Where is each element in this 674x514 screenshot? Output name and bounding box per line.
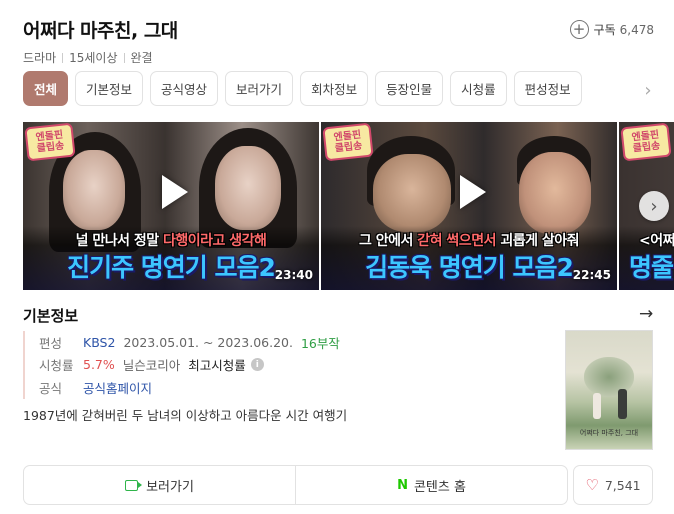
- caption-text: 괴롭게 살아줘: [495, 233, 579, 249]
- broadcast-period: 2023.05.01. ~ 2023.06.20.: [123, 334, 293, 350]
- caption-text: 널 만나서 정말: [75, 233, 163, 249]
- tab-official-videos[interactable]: 공식영상: [150, 71, 219, 106]
- channel-link[interactable]: KBS2: [83, 335, 115, 350]
- tab-schedule[interactable]: 편성정보: [513, 71, 582, 106]
- tab-episode-info[interactable]: 회차정보: [300, 71, 369, 106]
- badge-text: 클립송: [36, 140, 65, 155]
- caption-highlight: 다행이라고 생각해: [162, 233, 267, 249]
- content-home-label: 콘텐츠 홈: [413, 479, 466, 495]
- rating-value: 5.7%: [83, 357, 115, 373]
- video-carousel: 엔돌핀 클립송 널 만나서 정말 다행이라고 생각해 진기주 명연기 모음2 2…: [23, 122, 674, 290]
- plus-circle-icon: +: [569, 20, 589, 39]
- video-icon: [125, 479, 143, 491]
- rating-source: 닐슨코리아: [122, 358, 181, 374]
- action-bar: 보러가기 N 콘텐츠 홈: [23, 465, 568, 505]
- like-button[interactable]: ♡ 7,541: [573, 465, 653, 505]
- caption-text: <어쩌: [639, 233, 674, 249]
- caption-text: 그 안에서: [359, 233, 418, 249]
- video-caption: <어쩌: [619, 230, 674, 250]
- official-homepage-link[interactable]: 공식홈페이지: [83, 378, 152, 397]
- arrow-right-icon[interactable]: →: [639, 304, 653, 324]
- tab-bar: 전체 기본정보 공식영상 보러가기 회차정보 등장인물 시청률 편성정보: [23, 71, 633, 107]
- subscribe-count: 6,478: [619, 22, 654, 37]
- watch-label: 보러가기: [146, 479, 194, 495]
- title-meta: 드라마 15세이상 완결: [23, 49, 654, 66]
- info-label: 공식: [39, 380, 63, 396]
- peak-rating-link[interactable]: 최고시청률: [188, 355, 246, 374]
- thumbnail-figure: [63, 150, 125, 230]
- poster-title: 어쩌다 마주친, 그대: [579, 429, 639, 437]
- header: 어쩌다 마주친, 그대 드라마 15세이상 완결 + 구독 6,478: [23, 16, 654, 65]
- info-label: 편성: [39, 335, 63, 351]
- thumbnail-figure: [373, 154, 451, 232]
- video-card[interactable]: 엔돌핀 클립송 널 만나서 정말 다행이라고 생각해 진기주 명연기 모음2 2…: [23, 122, 319, 290]
- tab-watch[interactable]: 보러가기: [225, 71, 294, 106]
- poster-graphic: [618, 389, 627, 419]
- meta-divider: [123, 52, 125, 63]
- caption-highlight: 갇혀 썩으면서: [417, 233, 496, 249]
- genre-label: 드라마: [23, 51, 57, 65]
- tab-basic-info[interactable]: 기본정보: [75, 71, 144, 106]
- episode-count: 16부작: [300, 335, 340, 351]
- video-card[interactable]: 엔돌핀 클립송 그 안에서 갇혀 썩으면서 괴롭게 살아줘 김동욱 명연기 모음…: [321, 122, 617, 290]
- video-headline: 명줄: [629, 253, 674, 282]
- channel-badge: 엔돌핀 클립송: [322, 122, 374, 162]
- chevron-right-icon[interactable]: ›: [638, 80, 658, 101]
- play-icon[interactable]: [460, 175, 486, 209]
- naver-icon: N: [397, 477, 408, 493]
- age-rating-label: 15세이상: [69, 51, 118, 65]
- tab-characters[interactable]: 등장인물: [375, 71, 444, 106]
- watch-button[interactable]: 보러가기: [24, 466, 295, 504]
- content-home-button[interactable]: N 콘텐츠 홈: [295, 466, 567, 504]
- synopsis: 1987년에 갇혀버린 두 남녀의 이상하고 아름다운 시간 여행기: [23, 408, 348, 423]
- info-row-broadcast: 편성 KBS2 2023.05.01. ~ 2023.06.20. 16부작: [39, 331, 543, 354]
- play-icon[interactable]: [162, 175, 188, 209]
- info-table: 편성 KBS2 2023.05.01. ~ 2023.06.20. 16부작 시…: [23, 331, 543, 399]
- info-row-official: 공식 공식홈페이지: [39, 376, 543, 399]
- tab-ratings[interactable]: 시청률: [450, 71, 507, 106]
- thumbnail-figure: [215, 146, 281, 230]
- meta-divider: [62, 52, 64, 63]
- channel-badge: 엔돌핀 클립송: [24, 122, 76, 162]
- badge-text: 클립송: [632, 140, 661, 155]
- video-caption: 그 안에서 갇혀 썩으면서 괴롭게 살아줘: [321, 230, 617, 250]
- poster-image[interactable]: 어쩌다 마주친, 그대: [565, 330, 653, 450]
- subscribe-label: 구독: [593, 23, 616, 37]
- info-icon[interactable]: i: [250, 358, 264, 372]
- thumbnail-figure: [519, 152, 591, 234]
- info-label: 시청률: [39, 358, 74, 374]
- badge-text: 클립송: [334, 140, 363, 155]
- video-caption: 널 만나서 정말 다행이라고 생각해: [23, 230, 319, 250]
- video-duration: 23:40: [274, 268, 313, 282]
- video-duration: 22:45: [572, 268, 611, 282]
- page-title: 어쩌다 마주친, 그대: [23, 20, 178, 42]
- status-label: 완결: [130, 51, 153, 65]
- poster-graphic: [593, 393, 601, 419]
- channel-badge: 엔돌핀 클립송: [620, 122, 672, 162]
- tab-all[interactable]: 전체: [23, 71, 69, 106]
- carousel-next-button[interactable]: ›: [639, 191, 669, 221]
- section-title[interactable]: 기본정보: [23, 305, 78, 326]
- like-count: 7,541: [604, 477, 641, 493]
- heart-icon: ♡: [585, 476, 599, 494]
- subscribe-button[interactable]: + 구독 6,478: [569, 20, 654, 39]
- info-row-rating: 시청률 5.7% 닐슨코리아 최고시청률 i: [39, 354, 543, 377]
- chevron-right-icon: ›: [650, 195, 658, 217]
